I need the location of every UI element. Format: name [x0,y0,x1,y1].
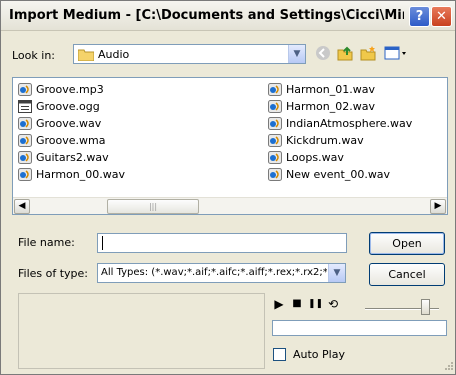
file-name-input[interactable] [97,233,347,253]
audio-file-icon [18,83,32,96]
audio-file-icon [18,168,32,181]
horizontal-scrollbar[interactable]: ◀ ||| ▶ [13,197,447,214]
text-caret [102,236,103,250]
audio-file-icon [268,83,282,96]
audio-file-icon [268,151,282,164]
volume-slider[interactable] [365,299,443,315]
look-in-label: Look in: [12,49,55,62]
scroll-right-icon[interactable]: ▶ [430,199,446,214]
look-in-value: Audio [98,48,130,61]
look-in-dropdown[interactable]: Audio ▼ [73,44,306,64]
auto-play-label[interactable]: Auto Play [293,348,345,361]
back-icon[interactable] [314,45,332,63]
window-title: Import Medium - [C:\Documents and Settin… [9,8,404,23]
file-item[interactable]: New event_00.wav [266,166,390,183]
preview-pane [18,293,265,369]
playback-position-bar[interactable] [272,320,447,336]
file-item[interactable]: Groove.wav [16,115,101,132]
slider-thumb[interactable] [421,299,430,315]
file-item[interactable]: Loops.wav [266,149,344,166]
resize-grip-icon[interactable] [442,361,454,373]
close-button[interactable]: ✕ [431,6,452,27]
scrollbar-thumb[interactable]: ||| [107,199,199,214]
audio-file-icon [268,134,282,147]
stop-icon[interactable]: ■ [290,297,304,311]
audio-file-icon [18,151,32,164]
title-bar[interactable]: Import Medium - [C:\Documents and Settin… [1,1,455,31]
file-name-label: File name: [18,236,75,249]
ogg-file-icon [18,100,32,113]
loop-icon[interactable]: ⟲ [326,297,340,311]
file-item[interactable]: Groove.ogg [16,98,100,115]
audio-file-icon [18,117,32,130]
file-item[interactable]: Harmon_01.wav [266,81,375,98]
import-medium-dialog: Import Medium - [C:\Documents and Settin… [0,0,456,375]
pause-icon[interactable]: ❚❚ [308,297,323,311]
chevron-down-icon[interactable]: ▼ [288,45,305,63]
file-item[interactable]: Guitars2.wav [16,149,109,166]
file-item[interactable]: Kickdrum.wav [266,132,364,149]
scroll-left-icon[interactable]: ◀ [14,199,30,214]
file-item[interactable]: IndianAtmosphere.wav [266,115,412,132]
help-button[interactable]: ? [409,6,430,27]
audio-file-icon [268,117,282,130]
folder-icon [78,49,94,61]
audio-file-icon [268,168,282,181]
file-list[interactable]: Groove.mp3 Groove.ogg Groove.wav Groove.… [12,77,448,215]
view-menu-icon[interactable] [383,45,409,63]
file-item[interactable]: Harmon_02.wav [266,98,375,115]
file-item[interactable]: Harmon_00.wav [16,166,125,183]
audio-file-icon [268,100,282,113]
files-of-type-dropdown[interactable]: All Types: (*.wav;*.aif;*.aifc;*.aiff;*.… [97,263,346,283]
file-item[interactable]: Groove.wma [16,132,106,149]
cancel-button[interactable]: Cancel [369,263,445,286]
open-button[interactable]: Open [369,232,445,255]
audio-file-icon [18,134,32,147]
up-folder-icon[interactable] [336,45,354,63]
new-folder-icon[interactable] [359,45,377,63]
auto-play-checkbox[interactable] [273,348,286,361]
files-of-type-value: All Types: (*.wav;*.aif;*.aifc;*.aiff;*.… [101,267,327,278]
play-icon[interactable]: ▶ [272,297,286,311]
files-of-type-label: Files of type: [18,267,89,280]
file-item[interactable]: Groove.mp3 [16,81,104,98]
chevron-down-icon[interactable]: ▼ [328,264,345,282]
